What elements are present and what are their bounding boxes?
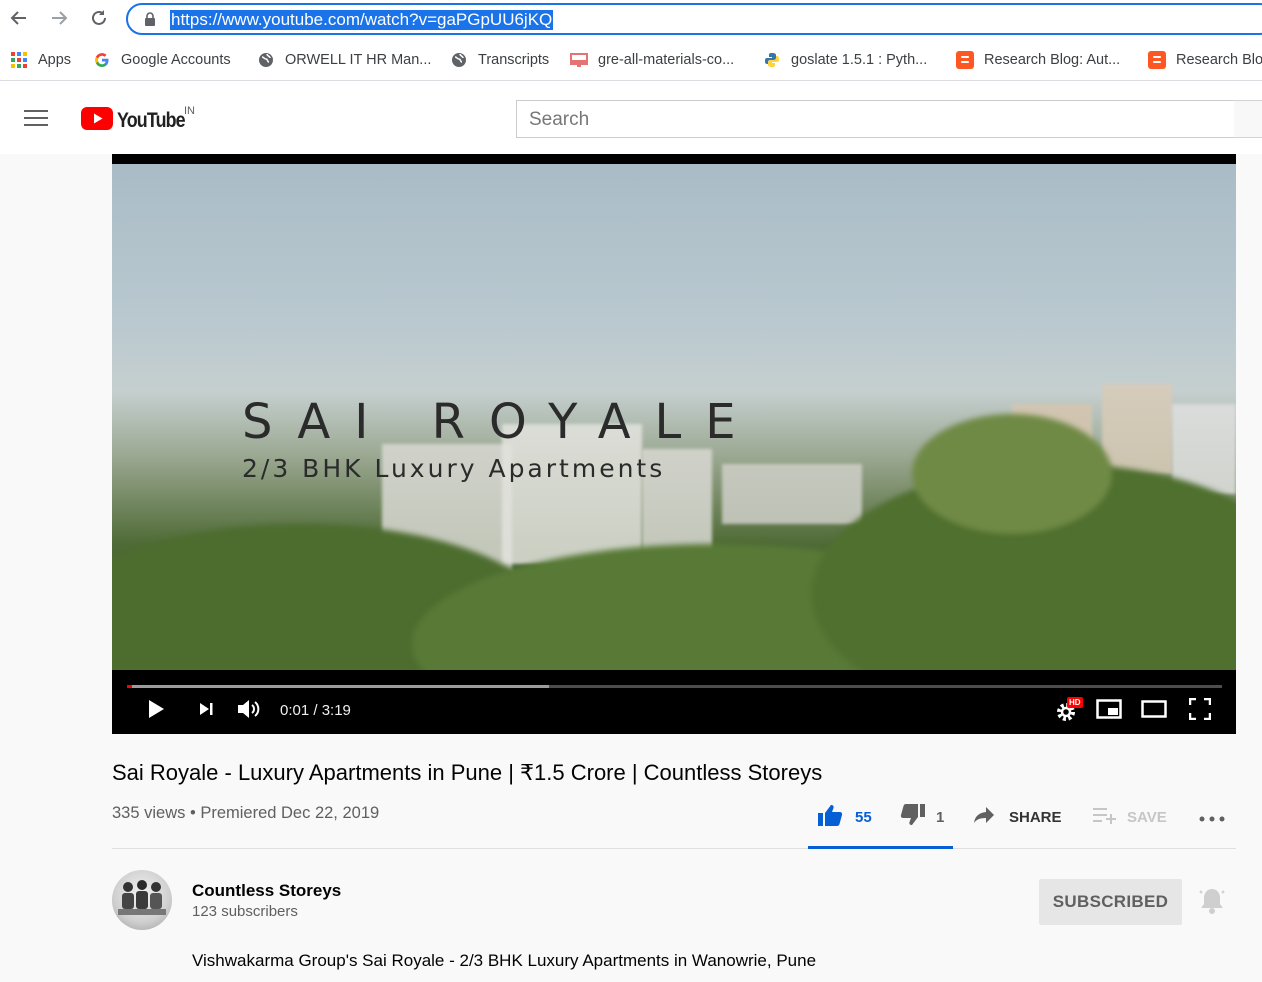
save-button[interactable]: SAVE [1093,804,1167,830]
played-bar [127,685,133,688]
progress-bar[interactable] [127,685,1222,688]
youtube-play-logo-icon [81,107,113,135]
forward-button[interactable] [45,6,73,34]
arrow-right-icon [49,8,69,33]
bookmark-label: Research Blo [1176,52,1262,68]
gear-icon: HD [1055,697,1083,723]
globe-icon [257,51,275,69]
bookmarks-bar: Apps Google Accounts ORWELL IT HR Man...… [0,40,1262,81]
bookmark-apps[interactable]: Apps [10,49,71,71]
like-count: 55 [855,808,872,826]
blogger-icon [956,51,974,69]
youtube-header: YouTube IN Search [0,81,1262,154]
thumbs-down-icon [900,803,926,831]
search-input[interactable]: Search [516,100,1236,138]
bookmark-page-icon [570,51,588,69]
playlist-add-icon [1093,806,1117,828]
save-label: SAVE [1127,808,1167,826]
bookmark-label: gre-all-materials-co... [598,52,735,68]
play-icon [147,699,165,724]
reload-button[interactable] [85,6,113,34]
video-frame: SAI ROYALE 2/3 BHK Luxury Apartments [112,164,1236,670]
video-description: Vishwakarma Group's Sai Royale - 2/3 BHK… [192,951,817,970]
share-button[interactable]: SHARE [973,804,1062,830]
channel-avatar[interactable] [112,870,172,930]
dislike-button[interactable]: 1 [900,804,944,830]
more-actions-button[interactable] [1199,804,1225,830]
volume-button[interactable] [234,698,264,724]
buffered-bar [127,685,549,688]
settings-button[interactable]: HD [1052,697,1084,724]
fullscreen-icon [1188,697,1212,725]
channel-name[interactable]: Countless Storeys [192,881,341,901]
overlay-subtitle: 2/3 BHK Luxury Apartments [242,454,666,483]
play-button[interactable] [142,698,170,724]
google-g-icon [93,51,111,69]
back-button[interactable] [5,6,33,34]
subscribed-button[interactable]: SUBSCRIBED [1039,879,1182,925]
lock-icon [144,12,156,31]
bookmark-label: Research Blog: Aut... [984,52,1121,68]
country-code: IN [184,105,195,117]
blogger-icon [1148,51,1166,69]
url-text[interactable]: https://www.youtube.com/watch?v=gaPGpUU6… [170,10,554,30]
bookmark-label: Google Accounts [121,52,231,68]
hd-badge: HD [1067,697,1083,708]
skip-next-icon [197,700,215,723]
address-bar[interactable]: https://www.youtube.com/watch?v=gaPGpUU6… [126,3,1262,35]
time-display: 0:01 / 3:19 [280,702,351,719]
arrow-left-icon [9,8,29,33]
fullscreen-button[interactable] [1185,697,1215,725]
notification-bell-icon[interactable] [1199,887,1225,920]
more-horiz-icon [1199,809,1225,826]
bookmark-research-blog-1[interactable]: Research Blog: Aut... [956,49,1120,71]
apps-grid-icon [10,51,28,69]
theater-mode-button[interactable] [1139,698,1169,724]
hamburger-menu-icon[interactable] [24,109,48,132]
globe-icon [450,51,468,69]
video-title: Sai Royale - Luxury Apartments in Pune |… [112,760,823,785]
like-ratio-bar [808,846,953,849]
video-meta: 335 views • Premiered Dec 22, 2019 [112,804,380,822]
bookmark-label: goslate 1.5.1 : Pyth... [791,52,928,68]
miniplayer-icon [1096,698,1122,724]
reload-icon [89,8,109,33]
bookmark-gre[interactable]: gre-all-materials-co... [570,49,734,71]
overlay-title: SAI ROYALE [242,394,760,450]
bookmark-orwell[interactable]: ORWELL IT HR Man... [257,49,431,71]
bookmark-google-accounts[interactable]: Google Accounts [93,49,231,71]
volume-icon [236,698,262,725]
thumbs-up-icon [817,803,843,831]
bookmark-transcripts[interactable]: Transcripts [450,49,549,71]
search-button[interactable] [1234,100,1262,138]
miniplayer-button[interactable] [1094,698,1124,724]
share-icon [973,806,995,828]
browser-toolbar: https://www.youtube.com/watch?v=gaPGpUU6… [0,0,1262,40]
dislike-count: 1 [936,808,945,826]
share-label: SHARE [1009,808,1062,826]
like-button[interactable]: 55 [817,804,872,830]
divider [112,848,1236,849]
bookmark-label: Transcripts [478,52,550,68]
bookmark-research-blog-2[interactable]: Research Blo [1148,49,1262,71]
video-player[interactable]: SAI ROYALE 2/3 BHK Luxury Apartments 0:0… [112,154,1236,734]
search-placeholder: Search [529,109,590,130]
subscriber-count: 123 subscribers [192,903,298,920]
theater-mode-icon [1141,699,1167,723]
next-button[interactable] [192,698,220,724]
youtube-logo[interactable]: YouTube [81,107,197,135]
bookmark-label: ORWELL IT HR Man... [285,52,432,68]
bookmark-goslate[interactable]: goslate 1.5.1 : Pyth... [763,49,927,71]
python-icon [763,51,781,69]
bookmark-label: Apps [38,52,72,68]
youtube-logo-text: YouTube [117,109,186,132]
